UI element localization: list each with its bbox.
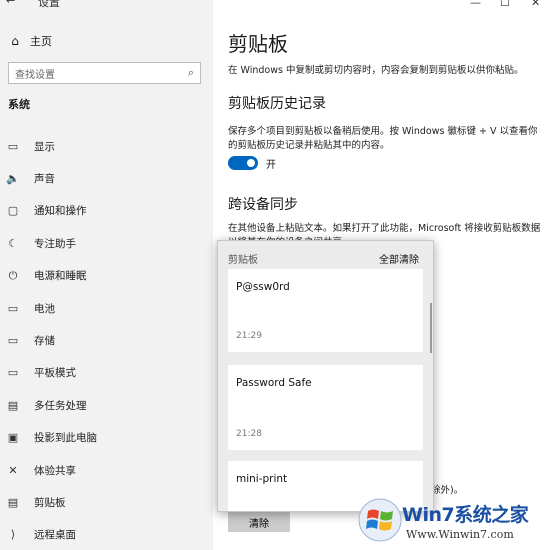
notification-icon: ▢ bbox=[7, 204, 19, 218]
flyout-title: 剪贴板 bbox=[228, 255, 258, 266]
sync-heading: 跨设备同步 bbox=[228, 197, 298, 213]
clear-button[interactable]: 清除 bbox=[228, 512, 290, 532]
partial-text: 除外)。 bbox=[431, 485, 464, 496]
home-nav-item[interactable]: ⌂ 主页 bbox=[0, 30, 213, 52]
sidebar: ← 设置 ⌂ 主页 查找设置 ⌕ 系统 ▭ 显示 🔈 声音 ▢ 通知和操作 ☾ 专注助手… bbox=[0, 0, 213, 550]
project-icon: ▣ bbox=[7, 431, 19, 445]
flyout-header: 剪贴板 全部清除 bbox=[218, 241, 433, 271]
toggle-knob bbox=[247, 159, 255, 167]
clipboard-item[interactable]: P@ssw0rd 21:29 bbox=[228, 269, 423, 352]
search-input[interactable]: 查找设置 ⌕ bbox=[8, 62, 201, 84]
multitask-icon: ▤ bbox=[7, 398, 19, 412]
power-icon: ⏻ bbox=[8, 268, 18, 282]
sidebar-item-label: 电源和睡眠 bbox=[34, 270, 87, 283]
clipboard-item-text: mini-print bbox=[236, 473, 288, 485]
sidebar-item-label: 多任务处理 bbox=[34, 399, 87, 412]
sidebar-item-label: 专注助手 bbox=[34, 237, 76, 250]
sidebar-item-label: 通知和操作 bbox=[34, 205, 87, 218]
clear-all-button[interactable]: 全部清除 bbox=[379, 251, 419, 266]
sidebar-item-storage[interactable]: ▭ 存储 bbox=[0, 324, 213, 356]
sidebar-item-label: 体验共享 bbox=[34, 464, 76, 477]
clipboard-item[interactable]: Password Safe 21:28 bbox=[228, 365, 423, 450]
clipboard-item-time: 21:29 bbox=[236, 331, 262, 341]
watermark-brand: Win7系统之家 bbox=[402, 504, 529, 526]
sidebar-item-clipboard[interactable]: ▤ 剪贴板 bbox=[0, 486, 213, 518]
sidebar-item-label: 剪贴板 bbox=[34, 496, 66, 509]
sidebar-item-label: 平板模式 bbox=[34, 367, 76, 380]
clipboard-item-time: 21:28 bbox=[236, 429, 262, 439]
sidebar-item-sound[interactable]: 🔈 声音 bbox=[0, 162, 213, 194]
storage-icon: ▭ bbox=[7, 334, 19, 348]
watermark-url: Www.Winwin7.com bbox=[406, 528, 514, 541]
home-label: 主页 bbox=[30, 35, 52, 48]
sidebar-item-label: 电池 bbox=[34, 302, 55, 315]
clipboard-flyout: 剪贴板 全部清除 P@ssw0rd 21:29 Password Safe 21… bbox=[217, 240, 434, 512]
nav-list: ▭ 显示 🔈 声音 ▢ 通知和操作 ☾ 专注助手 ⏻ 电源和睡眠 ▭ 电池 ▭ 存储 ▭ 平板模… bbox=[0, 130, 213, 550]
back-arrow-icon[interactable]: ← bbox=[6, 0, 15, 7]
sidebar-item-label: 投影到此电脑 bbox=[34, 432, 97, 445]
search-icon: ⌕ bbox=[187, 66, 194, 79]
sidebar-item-projecting[interactable]: ▣ 投影到此电脑 bbox=[0, 422, 213, 454]
sidebar-item-multitasking[interactable]: ▤ 多任务处理 bbox=[0, 389, 213, 421]
sidebar-item-label: 声音 bbox=[34, 173, 55, 186]
sidebar-item-display[interactable]: ▭ 显示 bbox=[0, 130, 213, 162]
windows-logo-icon bbox=[358, 498, 402, 542]
clipboard-item-text: Password Safe bbox=[236, 377, 312, 389]
intro-text: 在 Windows 中复制或剪切内容时，内容会复制到剪贴板以供你粘贴。 bbox=[228, 65, 524, 76]
clipboard-icon: ▤ bbox=[7, 495, 19, 509]
flyout-scrollbar[interactable] bbox=[430, 303, 432, 353]
clipboard-item-text: P@ssw0rd bbox=[236, 281, 290, 293]
tablet-icon: ▭ bbox=[7, 366, 19, 380]
toggle-state-label: 开 bbox=[266, 160, 276, 171]
sidebar-item-shared-experiences[interactable]: ✕ 体验共享 bbox=[0, 454, 213, 486]
speaker-icon: 🔈 bbox=[6, 172, 20, 186]
window-titlebar: ← 设置 bbox=[0, 0, 213, 12]
history-toggle[interactable] bbox=[228, 156, 258, 170]
section-title: 系统 bbox=[8, 98, 30, 111]
sidebar-item-label: 远程桌面 bbox=[34, 529, 76, 542]
sidebar-item-label: 显示 bbox=[34, 140, 55, 153]
search-placeholder: 查找设置 bbox=[15, 69, 55, 81]
sidebar-item-battery[interactable]: ▭ 电池 bbox=[0, 292, 213, 324]
sidebar-item-power[interactable]: ⏻ 电源和睡眠 bbox=[0, 260, 213, 292]
home-icon: ⌂ bbox=[11, 34, 19, 48]
sidebar-item-remote-desktop[interactable]: ⟩ 远程桌面 bbox=[0, 519, 213, 550]
history-description: 保存多个项目到剪贴板以备稍后使用。按 Windows 徽标键 + V 以查看你的… bbox=[228, 126, 538, 151]
sidebar-item-focus-assist[interactable]: ☾ 专注助手 bbox=[0, 227, 213, 259]
share-icon: ✕ bbox=[8, 463, 18, 477]
sidebar-item-tablet[interactable]: ▭ 平板模式 bbox=[0, 357, 213, 389]
history-heading: 剪贴板历史记录 bbox=[228, 96, 326, 112]
window-title: 设置 bbox=[38, 0, 60, 9]
battery-icon: ▭ bbox=[7, 301, 19, 315]
monitor-icon: ▭ bbox=[7, 139, 19, 153]
sidebar-item-notifications[interactable]: ▢ 通知和操作 bbox=[0, 195, 213, 227]
watermark: Win7系统之家 Www.Winwin7.com bbox=[356, 496, 551, 550]
page-title: 剪贴板 bbox=[228, 32, 288, 56]
sidebar-item-label: 存储 bbox=[34, 335, 55, 348]
remote-icon: ⟩ bbox=[10, 528, 16, 542]
moon-icon: ☾ bbox=[8, 236, 18, 250]
